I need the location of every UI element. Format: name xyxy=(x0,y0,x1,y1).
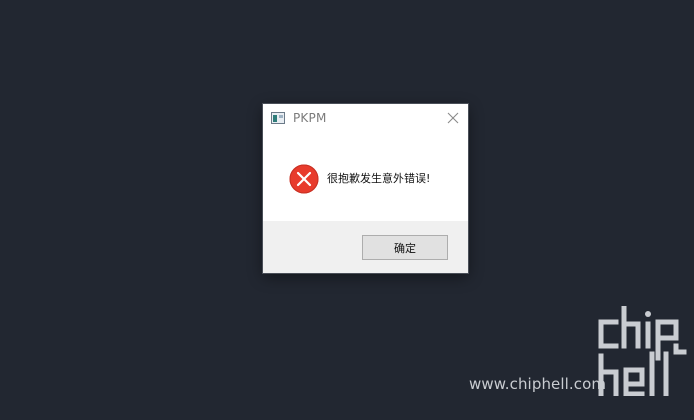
dialog-footer: 确定 xyxy=(263,221,468,273)
watermark-text: www.chiphell.com xyxy=(469,375,607,393)
chiphell-logo xyxy=(598,306,687,396)
close-icon xyxy=(447,112,459,124)
dialog-title: PKPM xyxy=(293,111,327,125)
error-icon xyxy=(289,164,319,194)
error-dialog: PKPM 很抱歉发生意外错误! 确定 xyxy=(263,104,468,273)
ok-button[interactable]: 确定 xyxy=(362,235,448,260)
dialog-titlebar[interactable]: PKPM xyxy=(263,104,468,133)
error-message: 很抱歉发生意外错误! xyxy=(327,172,431,185)
app-icon xyxy=(271,112,285,124)
close-button[interactable] xyxy=(438,104,468,133)
dialog-content: 很抱歉发生意外错误! xyxy=(263,133,468,221)
